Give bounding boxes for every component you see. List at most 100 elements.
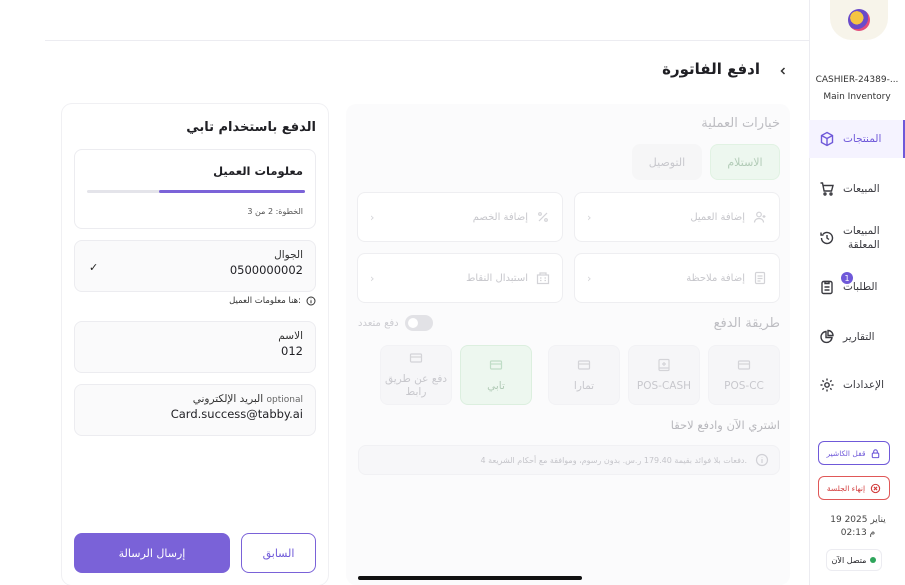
sidebar-nav: المنتجات المبيعات المبيعات المعلقة الطلب…: [809, 120, 905, 404]
current-time: 02:13 م: [840, 528, 876, 538]
online-status: متصل الآن: [826, 549, 882, 571]
email-label: البريد الإلكتروني: [192, 393, 264, 405]
payment-method-title: طريقة الدفع: [713, 316, 780, 331]
add-note-card[interactable]: إضافة ملاحظة ›: [574, 253, 780, 303]
send-message-button[interactable]: إرسال الرسالة: [74, 533, 230, 573]
lock-cashier-button[interactable]: قفل الكاشير: [818, 441, 890, 465]
payment-method-label: POS-CC: [724, 379, 764, 392]
name-field[interactable]: الاسم 012: [74, 321, 316, 373]
card-icon: [489, 359, 503, 370]
logo-figure-icon: [848, 9, 870, 31]
operation-options-title: خيارات العملية: [701, 116, 780, 131]
percent-icon: [538, 212, 548, 222]
pay-invoice-screen: CASHIER-24389-... Main Inventory المنتجا…: [0, 0, 905, 585]
info-icon: [306, 296, 316, 306]
lock-cashier-label: قفل الكاشير: [826, 448, 866, 458]
sidebar-item-label: الإعدادات: [843, 379, 885, 391]
add-customer-label: إضافة العميل: [690, 211, 745, 223]
bnpl-note: 4 دفعات بلا فوائد بقيمة 179.40 ر.س. بدون…: [358, 445, 780, 475]
name-label: الاسم: [278, 330, 303, 342]
cashier-id: CASHIER-24389-...: [815, 75, 899, 85]
chevron-right-icon: ›: [370, 271, 375, 285]
info-icon: [755, 453, 769, 467]
cart-icon: [820, 182, 834, 196]
operation-options-panel: خيارات العملية الاستلام التوصيل إضافة ال…: [346, 104, 790, 585]
end-session-label: إنهاء الجلسة: [826, 483, 866, 493]
multi-payment-toggle-row: دفع متعدد: [358, 315, 433, 331]
pickup-option[interactable]: الاستلام: [710, 144, 780, 180]
date-time: 19 يناير 2025 02:13 م: [818, 514, 898, 540]
payment-method-link[interactable]: دفع عن طريق رابط: [380, 345, 452, 405]
sidebar-item-products[interactable]: المنتجات: [809, 120, 905, 158]
email-field[interactable]: البريد الإلكتروني optional Card.success@…: [74, 384, 316, 436]
label-line-2: المعلقة: [848, 239, 880, 251]
sidebar-item-pending-sales[interactable]: المبيعات المعلقة: [809, 214, 905, 262]
page-title: ادفع الفاتورة: [662, 60, 760, 78]
card-icon: [577, 359, 591, 370]
chevron-right-icon: ›: [587, 271, 592, 285]
payment-method-label: تمارا: [573, 379, 595, 392]
payment-method-pos-cash[interactable]: POS-CASH: [628, 345, 700, 405]
add-customer-card[interactable]: إضافة العميل ›: [574, 192, 780, 242]
phone-label: الجوال: [274, 249, 303, 261]
sidebar-item-sales[interactable]: المبيعات: [809, 170, 905, 208]
previous-button[interactable]: السابق: [241, 533, 316, 573]
chevron-right-icon: ›: [587, 210, 592, 224]
online-dot-icon: [870, 557, 877, 563]
close-circle-icon: [870, 483, 881, 493]
customer-info-text: هنا معلومات العميل:: [229, 296, 301, 306]
clipboard-icon: [821, 280, 833, 295]
email-optional-label: optional: [266, 395, 303, 405]
payment-method-label: دفع عن طريق رابط: [384, 373, 448, 398]
customer-info-hint: هنا معلومات العميل:: [229, 296, 316, 306]
step-progress-fill: [158, 190, 305, 193]
current-date: 19 يناير 2025: [830, 515, 886, 525]
payment-method-label: POS-CASH: [636, 379, 692, 392]
step-box: معلومات العميل الخطوة: 2 من 3: [74, 149, 316, 229]
end-session-button[interactable]: إنهاء الجلسة: [818, 476, 890, 500]
add-discount-card[interactable]: إضافة الخصم ›: [357, 192, 563, 242]
cash-register-icon: [658, 358, 670, 371]
cube-icon: [820, 131, 834, 147]
sidebar-item-label: المبيعات المعلقة: [843, 224, 880, 252]
multi-payment-toggle[interactable]: [404, 315, 433, 331]
orders-count-badge: 1: [841, 272, 853, 284]
sidebar-item-label: التقارير: [843, 331, 875, 343]
redeem-points-card[interactable]: استبدال النقاط ›: [357, 253, 563, 303]
payment-method-label: تابي: [487, 379, 505, 392]
card-icon: [409, 353, 423, 363]
chevron-left-icon: [780, 67, 786, 75]
pie-chart-icon: [820, 329, 834, 344]
bnpl-title: اشتري الآن وادفع لاحقا: [670, 418, 780, 432]
phone-value: 0500000002: [229, 263, 303, 277]
note-icon: [754, 271, 766, 285]
tabby-payment-panel: الدفع باستخدام تابي معلومات العميل الخطو…: [62, 104, 328, 585]
sidebar-item-orders[interactable]: الطلبات 1: [809, 268, 905, 306]
step-counter: الخطوة: 2 من 3: [247, 207, 303, 216]
add-note-label: إضافة ملاحظة: [686, 272, 745, 284]
bnpl-note-text: 4 دفعات بلا فوائد بقيمة 179.40 ر.س. بدون…: [480, 455, 747, 465]
phone-field[interactable]: الجوال 0500000002 ✓: [74, 240, 316, 292]
brand-logo: [830, 0, 888, 40]
email-value: Card.success@tabby.ai: [170, 407, 303, 421]
home-indicator: [358, 576, 582, 580]
building-icon: [536, 272, 550, 285]
lock-icon: [872, 448, 880, 458]
back-button[interactable]: [771, 60, 795, 82]
tabby-title: الدفع باستخدام تابي: [186, 120, 316, 135]
card-icon: [737, 359, 751, 370]
label-line-1: المبيعات: [843, 225, 880, 237]
payment-method-tamara[interactable]: تمارا: [548, 345, 620, 405]
multi-payment-label: دفع متعدد: [358, 317, 399, 329]
sidebar-item-reports[interactable]: التقارير: [809, 318, 905, 356]
sidebar: CASHIER-24389-... Main Inventory المنتجا…: [809, 0, 905, 585]
payment-method-pos-cc[interactable]: POS-CC: [708, 345, 780, 405]
sidebar-item-label: المبيعات: [843, 183, 880, 195]
online-status-label: متصل الآن: [831, 555, 867, 565]
email-label-row: البريد الإلكتروني optional: [87, 393, 303, 405]
step-progress-bar: [87, 190, 305, 193]
add-discount-label: إضافة الخصم: [472, 211, 528, 223]
payment-method-tabby[interactable]: تابي: [460, 345, 532, 405]
sidebar-item-settings[interactable]: الإعدادات: [809, 366, 905, 404]
delivery-option[interactable]: التوصيل: [632, 144, 702, 180]
